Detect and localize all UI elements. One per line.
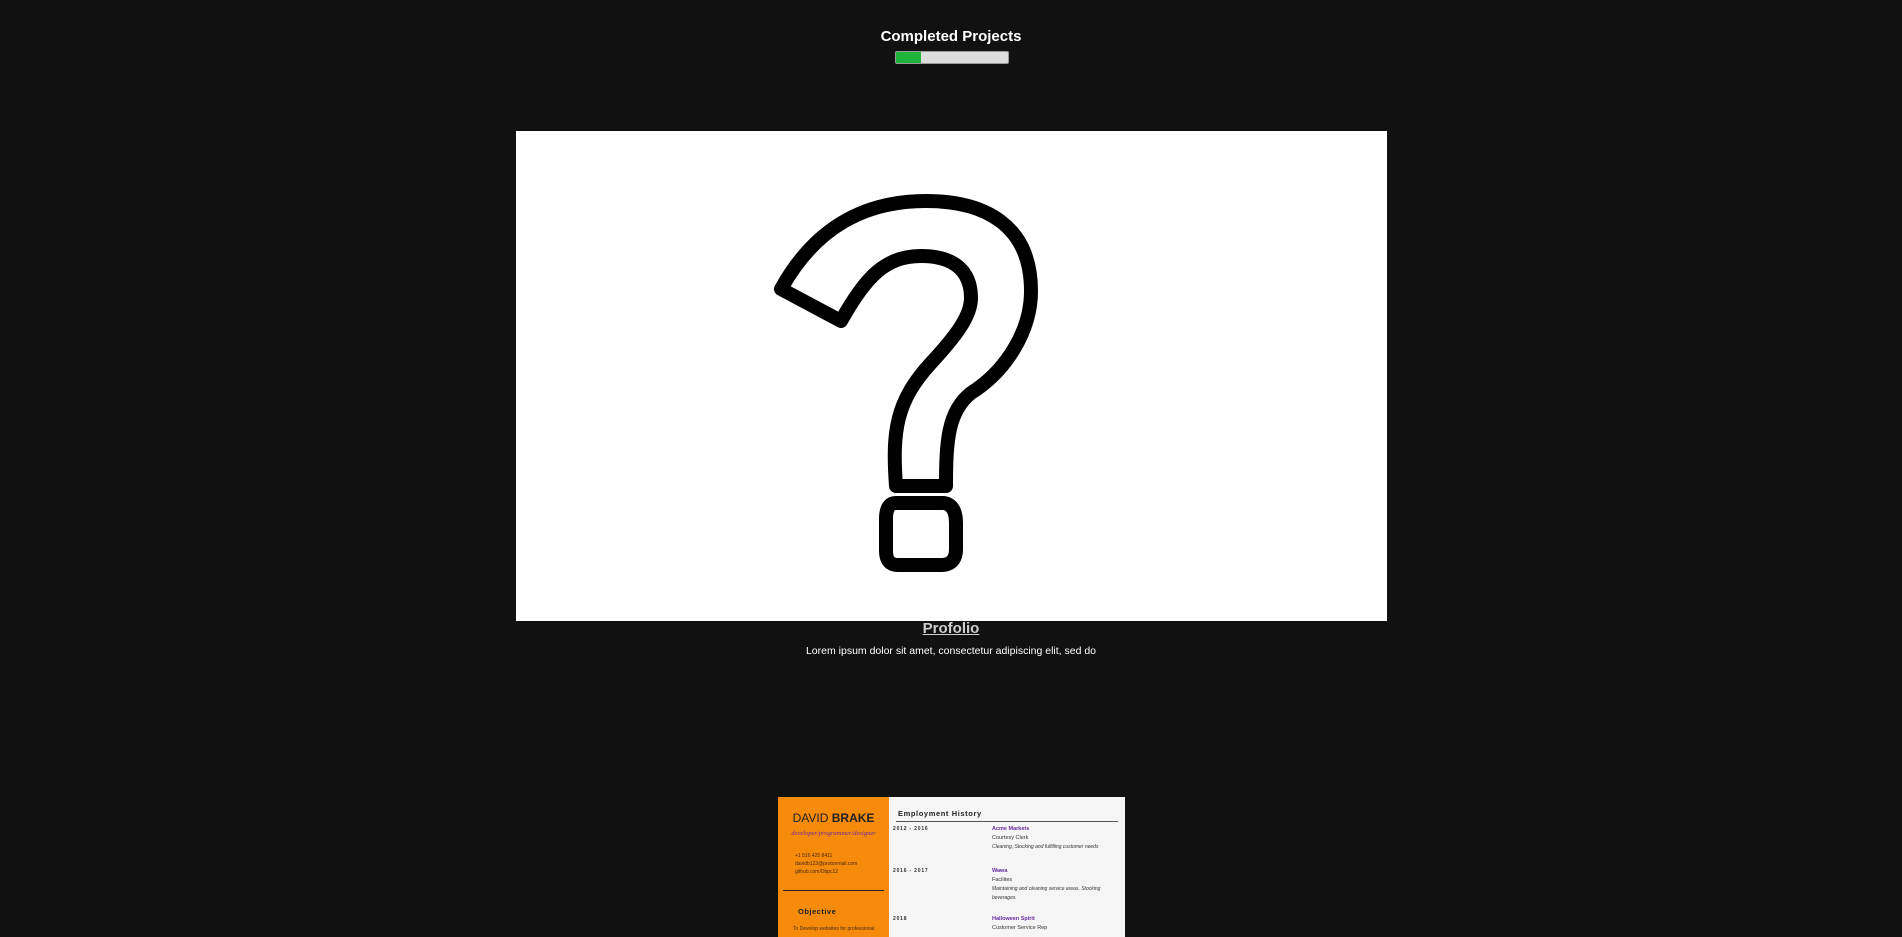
page-title: Completed Projects	[880, 28, 1022, 45]
resume-divider	[783, 890, 884, 891]
project-title-link[interactable]: Profolio	[0, 620, 1902, 637]
job-dates: 2016 - 2017	[893, 868, 929, 874]
job-dates: 2012 - 2016	[893, 826, 929, 832]
job-company: Acme Markets	[992, 826, 1030, 832]
projects-progress-bar	[895, 51, 1009, 64]
question-mark-icon	[774, 194, 1038, 572]
job-company: Halloween Spirit	[992, 916, 1035, 922]
resume-name: DAVID BRAKE	[778, 811, 889, 825]
resume-role: developer/programmer/designer	[791, 830, 876, 837]
resume-employment-divider	[896, 821, 1118, 822]
resume-sidebar: DAVID BRAKE developer/programmer/designe…	[778, 797, 889, 937]
resume-github: github.com/Dbpc12	[795, 869, 839, 875]
resume-email: davidb123@protonmail.com	[795, 861, 858, 867]
job-description: Cleaning, Stocking and fulfilling custom…	[992, 844, 1099, 850]
resume-objective-text: To Develop websites for professional	[793, 926, 875, 932]
job-dates: 2018	[893, 916, 908, 922]
project-thumbnail[interactable]	[516, 131, 1387, 621]
resume-first-name: DAVID	[792, 811, 829, 825]
resume-phone: +1 516 425 8411	[795, 853, 833, 859]
resume-employment-heading: Employment History	[898, 809, 982, 818]
job-title: Courtesy Clerk	[992, 835, 1029, 841]
job-title: Facilites	[992, 877, 1013, 883]
job-title: Customer Service Rep	[992, 925, 1048, 931]
progress-fill	[896, 52, 921, 63]
resume-thumbnail[interactable]: DAVID BRAKE developer/programmer/designe…	[778, 797, 1125, 937]
job-company: Wawa	[992, 868, 1008, 874]
job-description: Maintaining and cleaning service areas. …	[992, 886, 1101, 901]
project-description: Lorem ipsum dolor sit amet, consectetur …	[805, 645, 1097, 657]
resume-objective-heading: Objective	[798, 907, 837, 916]
resume-last-name: BRAKE	[831, 811, 875, 825]
